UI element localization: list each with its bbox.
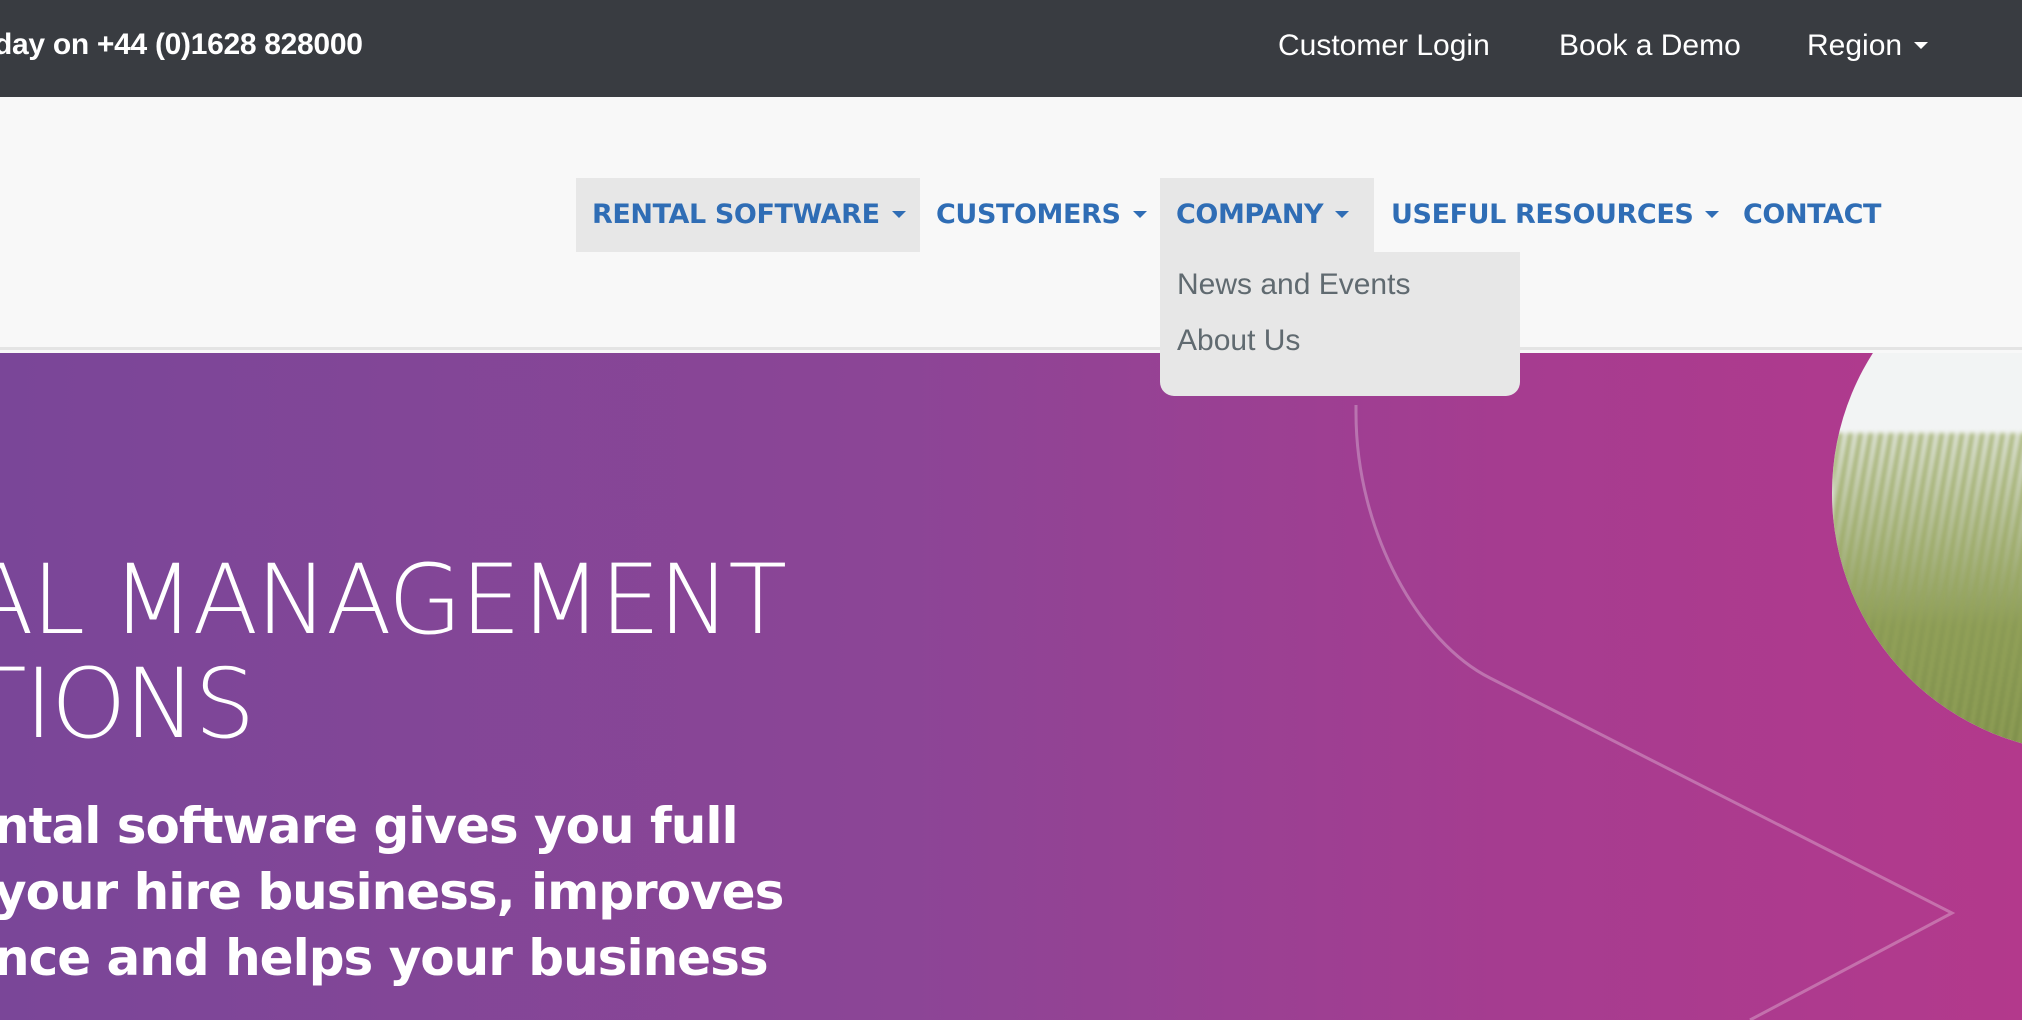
plant-photo (1832, 353, 2022, 753)
nav-contact-label: CONTACT (1743, 199, 1882, 230)
main-navigation: RENTAL SOFTWARE CUSTOMERS COMPANY USEFUL… (0, 97, 2022, 350)
customer-login-link[interactable]: Customer Login (1278, 29, 1490, 63)
hero-headline-line-1: AL MANAGEMENT (0, 544, 787, 656)
top-utility-bar: day on +44 (0)1628 828000 Customer Login… (0, 0, 2022, 97)
nav-company[interactable]: COMPANY (1160, 178, 1374, 252)
nav-contact[interactable]: CONTACT (1727, 178, 1897, 252)
nav-rental-software[interactable]: RENTAL SOFTWARE (576, 178, 920, 252)
hero-subtext-line-3: nce and helps your business (0, 929, 769, 987)
hero-banner: AL MANAGEMENT TIONS ntal software gives … (0, 353, 2022, 1020)
plant-image (1832, 433, 2022, 753)
menu-item-about-us[interactable]: About Us (1177, 324, 1300, 358)
customer-login-label: Customer Login (1278, 29, 1490, 62)
nav-useful-resources-label: USEFUL RESOURCES (1391, 199, 1694, 230)
hero-subtext-line-1: ntal software gives you full (0, 797, 739, 855)
chevron-down-icon (1914, 42, 1929, 50)
region-dropdown[interactable]: Region (1807, 29, 1929, 63)
hero-headline: AL MANAGEMENT TIONS (0, 544, 787, 760)
chevron-down-icon (1132, 211, 1147, 218)
book-demo-link[interactable]: Book a Demo (1559, 29, 1741, 63)
menu-item-news-and-events[interactable]: News and Events (1177, 268, 1410, 302)
nav-rental-software-label: RENTAL SOFTWARE (592, 199, 880, 230)
company-dropdown-menu: News and Events About Us (1160, 252, 1520, 396)
hero-subtext-line-2: your hire business, improves (0, 863, 784, 921)
hero-headline-line-2: TIONS (0, 648, 255, 760)
chevron-down-icon (1335, 211, 1350, 218)
nav-useful-resources[interactable]: USEFUL RESOURCES (1375, 178, 1735, 252)
nav-customers[interactable]: CUSTOMERS (920, 178, 1163, 252)
nav-company-label: COMPANY (1176, 199, 1324, 230)
chevron-down-icon (1705, 211, 1720, 218)
region-label: Region (1807, 29, 1903, 62)
book-demo-label: Book a Demo (1559, 29, 1741, 62)
chevron-down-icon (891, 211, 906, 218)
phone-contact-text: day on +44 (0)1628 828000 (0, 28, 363, 61)
nav-customers-label: CUSTOMERS (936, 199, 1121, 230)
hero-subtext: ntal software gives you full your hire b… (0, 793, 784, 991)
